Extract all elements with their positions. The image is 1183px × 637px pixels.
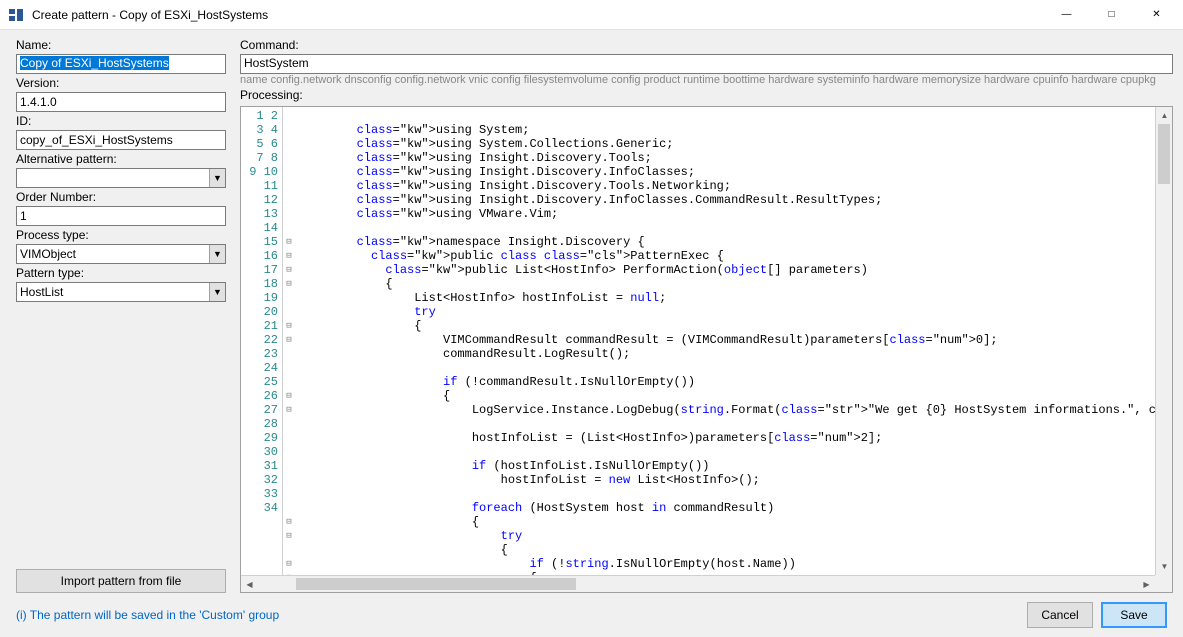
alt-pattern-select[interactable]: [16, 168, 226, 188]
order-label: Order Number:: [16, 190, 226, 204]
info-text: (i) The pattern will be saved in the 'Cu…: [16, 608, 279, 622]
id-input[interactable]: [16, 130, 226, 150]
vertical-scroll-thumb[interactable]: [1158, 124, 1170, 184]
code-area[interactable]: class="kw">using System; class="kw">usin…: [295, 107, 1172, 592]
code-editor[interactable]: 1 2 3 4 5 6 7 8 9 10 11 12 13 14 15 16 1…: [240, 106, 1173, 593]
scroll-down-icon[interactable]: ▼: [1156, 558, 1173, 575]
version-input[interactable]: [16, 92, 226, 112]
name-input[interactable]: Copy of ESXi_HostSystems: [16, 54, 226, 74]
process-type-select[interactable]: [16, 244, 226, 264]
window-title: Create pattern - Copy of ESXi_HostSystem…: [32, 8, 268, 22]
id-label: ID:: [16, 114, 226, 128]
import-pattern-button[interactable]: Import pattern from file: [16, 569, 226, 593]
fold-gutter[interactable]: ⊟⊟⊟⊟⊟⊟⊟⊟⊟⊟⊟⊟: [283, 107, 295, 592]
form-panel: Name: Copy of ESXi_HostSystems Version: …: [16, 36, 226, 593]
alt-pattern-label: Alternative pattern:: [16, 152, 226, 166]
version-label: Version:: [16, 76, 226, 90]
close-button[interactable]: ✕: [1134, 0, 1179, 30]
order-input[interactable]: [16, 206, 226, 226]
maximize-button[interactable]: □: [1089, 0, 1134, 30]
processing-label: Processing:: [240, 88, 1173, 102]
scroll-corner: [1155, 575, 1172, 592]
horizontal-scroll-thumb[interactable]: [296, 578, 576, 590]
line-number-gutter: 1 2 3 4 5 6 7 8 9 10 11 12 13 14 15 16 1…: [241, 107, 283, 592]
horizontal-scrollbar[interactable]: ◀ ▶: [241, 575, 1155, 592]
minimize-button[interactable]: —: [1044, 0, 1089, 30]
titlebar: Create pattern - Copy of ESXi_HostSystem…: [0, 0, 1183, 30]
footer: (i) The pattern will be saved in the 'Cu…: [0, 593, 1183, 637]
app-icon: [8, 7, 24, 23]
name-label: Name:: [16, 38, 226, 52]
process-type-label: Process type:: [16, 228, 226, 242]
command-input[interactable]: HostSystem: [240, 54, 1173, 74]
vertical-scrollbar[interactable]: ▲ ▼: [1155, 107, 1172, 575]
scroll-up-icon[interactable]: ▲: [1156, 107, 1173, 124]
command-hint: name config.network dnsconfig config.net…: [240, 74, 1173, 86]
editor-panel: Command: HostSystem name config.network …: [240, 36, 1173, 593]
pattern-type-select[interactable]: [16, 282, 226, 302]
scroll-right-icon[interactable]: ▶: [1138, 576, 1155, 593]
save-button[interactable]: Save: [1101, 602, 1167, 628]
pattern-type-label: Pattern type:: [16, 266, 226, 280]
scroll-left-icon[interactable]: ◀: [241, 576, 258, 593]
command-label: Command:: [240, 38, 1173, 52]
cancel-button[interactable]: Cancel: [1027, 602, 1093, 628]
